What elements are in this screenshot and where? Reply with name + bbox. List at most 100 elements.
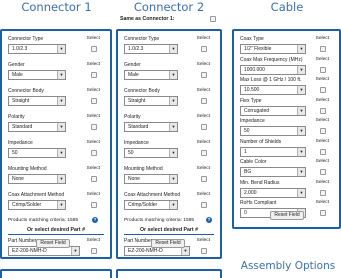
select-checkbox[interactable] xyxy=(320,66,326,73)
select-checkbox[interactable] xyxy=(201,72,207,78)
field-dropdown[interactable]: Crimp/Solder ▼ xyxy=(8,200,66,210)
field-label: Min. Bend Radius xyxy=(240,179,280,186)
help-icon[interactable]: ? xyxy=(92,217,98,223)
field-dropdown[interactable]: None ▼ xyxy=(124,174,178,184)
cable-heading: Cable xyxy=(270,0,304,14)
select-label: Select xyxy=(196,114,210,119)
field-dropdown[interactable]: 50 ▼ xyxy=(124,148,178,158)
field-value: BG xyxy=(244,169,252,175)
field-dropdown[interactable]: Crimp/Solder ▼ xyxy=(124,200,178,210)
select-checkbox[interactable] xyxy=(201,202,207,208)
part-number-checkbox[interactable] xyxy=(91,248,97,254)
products-matching: Products matching criteria: 1585 xyxy=(124,218,195,223)
field-dropdown[interactable]: Standard ▼ xyxy=(124,122,178,132)
field-row: Gender Select Male ▼ xyxy=(124,62,214,84)
products-matching: Products matching criteria: 1585 xyxy=(8,218,79,223)
field-dropdown[interactable]: 1.0/2.3 ▼ xyxy=(124,44,178,54)
select-checkbox[interactable] xyxy=(91,176,97,182)
part-number-label: Part Number xyxy=(8,238,37,244)
field-value: Straight xyxy=(128,98,146,104)
field-value: Male xyxy=(12,72,23,78)
field-value: 1.0/2.3 xyxy=(128,46,144,52)
connector-1-reset-button[interactable]: Reset Field xyxy=(36,239,70,248)
same-as-checkbox[interactable] xyxy=(210,16,216,22)
help-icon[interactable]: ? xyxy=(206,217,212,223)
field-row: Coax Max Frequency (MHz) Select 1000.000 ▼ xyxy=(240,57,333,79)
field-label: Mounting Method xyxy=(124,166,163,172)
field-dropdown[interactable]: 50 ▼ xyxy=(240,126,306,136)
select-checkbox[interactable] xyxy=(91,46,97,52)
select-label: Select xyxy=(196,140,210,145)
select-checkbox[interactable] xyxy=(91,150,97,156)
chevron-down-icon: ▼ xyxy=(169,45,177,53)
field-row: Flex Type Select Corrugated ▼ xyxy=(240,98,333,120)
field-dropdown[interactable]: None ▼ xyxy=(8,174,66,184)
select-checkbox[interactable] xyxy=(320,189,326,196)
part-number-label: Part Number xyxy=(124,238,153,244)
field-label: Gender xyxy=(124,62,141,68)
field-dropdown[interactable]: Straight ▼ xyxy=(8,96,66,106)
field-value: 10.500 xyxy=(244,87,260,93)
field-dropdown[interactable]: Male ▼ xyxy=(8,70,66,80)
field-dropdown[interactable]: 2.000 ▼ xyxy=(240,187,306,198)
field-dropdown[interactable]: 1000.000 ▼ xyxy=(240,64,306,75)
chevron-down-icon: ▼ xyxy=(169,149,177,157)
field-dropdown[interactable]: Corrugated ▼ xyxy=(240,105,306,116)
select-checkbox[interactable] xyxy=(91,72,97,78)
field-label: Connector Type xyxy=(8,36,44,42)
same-as-connector-1: Same as Connector 1: xyxy=(120,14,216,24)
select-checkbox[interactable] xyxy=(320,169,326,175)
field-dropdown[interactable]: Male ▼ xyxy=(124,70,178,80)
chevron-down-icon: ▼ xyxy=(71,247,79,255)
field-dropdown[interactable]: Standard ▼ xyxy=(8,122,66,132)
select-label: Select xyxy=(315,97,329,103)
field-dropdown[interactable]: Straight ▼ xyxy=(124,96,178,106)
field-dropdown[interactable]: BG ▼ xyxy=(240,167,306,177)
select-checkbox[interactable] xyxy=(320,87,326,93)
select-checkbox[interactable] xyxy=(320,107,326,114)
field-dropdown[interactable]: 10.500 ▼ xyxy=(240,85,306,95)
select-checkbox[interactable] xyxy=(91,124,97,130)
select-label: Select xyxy=(196,166,210,171)
select-checkbox[interactable] xyxy=(91,98,97,104)
chevron-down-icon: ▼ xyxy=(57,175,65,183)
select-label: Select xyxy=(196,36,210,41)
select-checkbox[interactable] xyxy=(320,128,326,134)
field-value: 50 xyxy=(244,128,250,134)
chevron-down-icon: ▼ xyxy=(169,123,177,131)
chevron-down-icon: ▼ xyxy=(169,71,177,79)
field-row: Polarity Select Standard ▼ xyxy=(124,114,214,136)
field-label: Polarity xyxy=(8,114,25,120)
field-row: Impedance Select 50 ▼ xyxy=(8,140,104,162)
select-checkbox[interactable] xyxy=(91,202,97,208)
field-value: Standard xyxy=(12,124,33,130)
select-checkbox[interactable] xyxy=(320,46,326,52)
chevron-down-icon: ▼ xyxy=(297,86,305,94)
field-dropdown[interactable]: 50 ▼ xyxy=(8,148,66,158)
same-as-label: Same as Connector 1: xyxy=(120,16,175,22)
field-label: Mounting Method xyxy=(8,166,47,172)
select-checkbox[interactable] xyxy=(201,124,207,130)
chevron-down-icon: ▼ xyxy=(57,71,65,79)
field-row: Connector Type Select 1.0/2.3 ▼ xyxy=(124,36,214,58)
select-checkbox[interactable] xyxy=(201,150,207,156)
field-label: Coax Attachment Method xyxy=(8,192,65,198)
chevron-down-icon: ▼ xyxy=(297,106,305,115)
select-checkbox[interactable] xyxy=(320,210,326,216)
cable-reset-button[interactable]: Reset Field xyxy=(270,211,304,220)
field-row: Min. Bend Radius Select 2.000 ▼ xyxy=(240,180,333,202)
select-checkbox[interactable] xyxy=(320,148,326,155)
connector-2-reset-button[interactable]: Reset Field xyxy=(151,239,185,248)
select-checkbox[interactable] xyxy=(201,176,207,182)
part-number-checkbox[interactable] xyxy=(201,248,207,254)
field-dropdown[interactable]: 1.0/2.3 ▼ xyxy=(8,44,66,54)
select-checkbox[interactable] xyxy=(201,46,207,52)
field-value: Standard xyxy=(128,124,149,130)
field-label: Impedance xyxy=(124,140,149,146)
field-dropdown[interactable]: 1/2" Flexible ▼ xyxy=(240,44,306,54)
field-value: 1/2" Flexible xyxy=(244,46,272,52)
field-dropdown[interactable]: 1 ▼ xyxy=(240,146,306,157)
select-label: Select xyxy=(315,56,329,62)
select-checkbox[interactable] xyxy=(201,98,207,104)
select-label: Select xyxy=(196,192,210,197)
